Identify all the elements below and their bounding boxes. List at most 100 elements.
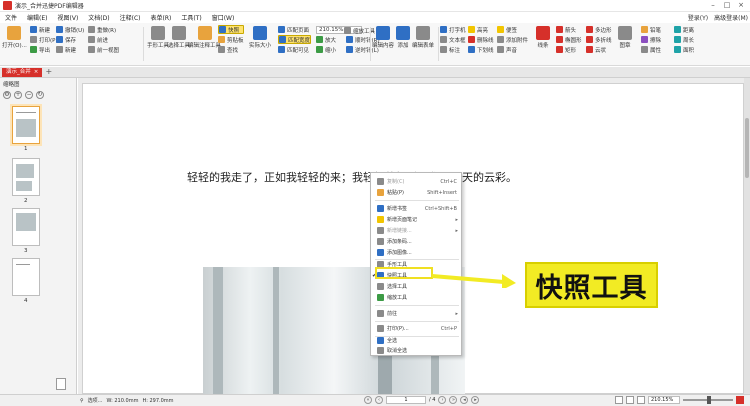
page-input[interactable]: 1 bbox=[386, 396, 426, 404]
menu-form[interactable]: 表单(R) bbox=[145, 13, 176, 22]
zoom-out-thumb-icon[interactable]: − bbox=[25, 91, 33, 99]
page-thumbnail[interactable] bbox=[12, 106, 40, 144]
attach-file-button[interactable]: 添加附件 bbox=[497, 35, 528, 44]
edit-form-button[interactable]: 编辑表单 bbox=[412, 26, 434, 49]
options-icon[interactable]: ⚲ bbox=[80, 398, 84, 404]
ctx-deselect-all[interactable]: 取消全选 bbox=[371, 345, 463, 356]
menu-file[interactable]: 文件 bbox=[0, 13, 22, 22]
ctx-add-image[interactable]: 添加图像... bbox=[371, 247, 463, 258]
fit-width-button[interactable]: 匹配宽度 bbox=[278, 35, 312, 44]
pencil-button[interactable]: 铅笔 bbox=[641, 25, 661, 34]
minimize-button[interactable]: – bbox=[708, 1, 718, 10]
save-button[interactable]: 保存 bbox=[56, 35, 84, 44]
close-tab-icon[interactable]: × bbox=[34, 68, 39, 77]
facing-page-icon[interactable] bbox=[637, 396, 645, 404]
find-button[interactable]: 查找 bbox=[218, 45, 244, 54]
strikeout-button[interactable]: 删除线 bbox=[468, 35, 494, 44]
oval-button[interactable]: 椭圆形 bbox=[556, 35, 582, 44]
prev-page-icon[interactable]: ‹ bbox=[375, 396, 383, 404]
last-page-icon[interactable]: » bbox=[449, 396, 458, 404]
menu-tools[interactable]: 工具(T) bbox=[176, 13, 206, 22]
ctx-add-page-note[interactable]: 新增页面笔记 ▸ bbox=[371, 214, 463, 225]
document-tab[interactable]: 演示_合并 × bbox=[2, 68, 43, 77]
area-button[interactable]: 面积 bbox=[674, 45, 694, 54]
open-button[interactable]: 打开(O)... bbox=[2, 26, 27, 49]
pages-icon[interactable] bbox=[56, 378, 66, 390]
back-icon[interactable]: ◂ bbox=[460, 396, 469, 404]
line-button[interactable]: 线条 bbox=[536, 26, 550, 49]
continuous-page-icon[interactable] bbox=[626, 396, 634, 404]
ctx-zoom-tool[interactable]: 缩放工具 bbox=[371, 292, 463, 303]
menu-edit[interactable]: 编辑(E) bbox=[22, 13, 52, 22]
zoom-in-thumb-icon[interactable]: + bbox=[14, 91, 22, 99]
clipboard-button[interactable]: 剪贴板 bbox=[218, 35, 244, 44]
fit-page-button[interactable]: 匹配页面 bbox=[278, 25, 311, 34]
hand-tool-button[interactable]: 手形工具 bbox=[147, 26, 169, 49]
page-thumbnail[interactable] bbox=[12, 258, 40, 296]
add-tab-button[interactable]: + bbox=[44, 68, 53, 77]
snapshot-button[interactable]: 快照 bbox=[218, 25, 244, 34]
ctx-copy[interactable]: 复制(C) Ctrl+C bbox=[371, 176, 463, 187]
ctx-paste[interactable]: 粘贴(P) Shift+Insert bbox=[371, 187, 463, 198]
zoom-field[interactable]: 210.15% bbox=[648, 396, 680, 404]
ctx-add-link[interactable]: 新增链接... ▸ bbox=[371, 225, 463, 236]
undo-button[interactable]: 撤销(U) bbox=[56, 25, 84, 34]
zoom-slider-knob[interactable] bbox=[707, 396, 711, 404]
forward-button[interactable]: 前进 bbox=[88, 35, 119, 44]
advanced-login-link[interactable]: 高级登录(M) bbox=[714, 13, 748, 22]
zoom-slider[interactable] bbox=[683, 396, 733, 404]
export-button[interactable]: 导出 bbox=[30, 45, 58, 54]
pdf-icon[interactable] bbox=[736, 396, 744, 404]
sound-button[interactable]: 声音 bbox=[497, 45, 528, 54]
vertical-scrollbar[interactable] bbox=[744, 78, 750, 394]
redo-button[interactable]: 重做(R) bbox=[88, 25, 119, 34]
eraser-button[interactable]: 擦除 bbox=[641, 35, 661, 44]
options-button[interactable]: 选项... bbox=[88, 397, 103, 404]
ctx-add-barcode[interactable]: 添加条码... bbox=[371, 236, 463, 247]
distance-button[interactable]: 距离 bbox=[674, 25, 694, 34]
thumbnail-options-icon[interactable]: ⚙ bbox=[3, 91, 11, 99]
edit-annotation-tool-button[interactable]: 编辑注释工具 bbox=[188, 26, 221, 49]
actual-size-button[interactable]: 实际大小 bbox=[249, 26, 271, 49]
previous-view-button[interactable]: 前一视图 bbox=[88, 45, 119, 54]
sticky-note-button[interactable]: 便签 bbox=[497, 25, 528, 34]
next-page-icon[interactable]: › bbox=[438, 396, 447, 404]
ctx-print[interactable]: 打印(P)... Ctrl+P bbox=[371, 323, 463, 334]
menu-view[interactable]: 视图(V) bbox=[53, 13, 84, 22]
perimeter-button[interactable]: 周长 bbox=[674, 35, 694, 44]
first-page-icon[interactable]: « bbox=[364, 396, 372, 404]
menu-window[interactable]: 窗口(W) bbox=[207, 13, 240, 22]
typewriter-button[interactable]: 打字机 bbox=[440, 25, 466, 34]
menu-comment[interactable]: 注释(C) bbox=[115, 13, 146, 22]
select-tool-button[interactable]: 选择工具 bbox=[168, 26, 190, 49]
highlight-button[interactable]: 高亮 bbox=[468, 25, 494, 34]
fit-visible-button[interactable]: 匹配可见 bbox=[278, 45, 311, 54]
ctx-go-to[interactable]: 前往 ▸ bbox=[371, 308, 463, 319]
add-button[interactable]: 添加 bbox=[396, 26, 410, 49]
scrollbar-thumb[interactable] bbox=[745, 118, 749, 178]
forward-icon[interactable]: ▸ bbox=[471, 396, 480, 404]
edit-content-button[interactable]: 编辑内容 bbox=[372, 26, 394, 49]
arrow-button[interactable]: 箭头 bbox=[556, 25, 582, 34]
cloud-button[interactable]: 云状 bbox=[586, 45, 612, 54]
new-button[interactable]: 新建 bbox=[30, 25, 58, 34]
rect-button[interactable]: 矩形 bbox=[556, 45, 582, 54]
stamp-button[interactable]: 图章 bbox=[618, 26, 632, 49]
login-link[interactable]: 登录(Y) bbox=[688, 13, 708, 22]
polyline-button[interactable]: 多折线 bbox=[586, 35, 612, 44]
ctx-add-bookmark[interactable]: 新增书签 Ctrl+Shift+B bbox=[371, 203, 463, 214]
print-button[interactable]: 打印(P) bbox=[30, 35, 58, 44]
menu-document[interactable]: 文档(D) bbox=[83, 13, 114, 22]
close-button[interactable]: × bbox=[736, 1, 746, 10]
polygon-button[interactable]: 多边形 bbox=[586, 25, 612, 34]
page-thumbnail[interactable] bbox=[12, 158, 40, 196]
new-2-button[interactable]: 新建 bbox=[56, 45, 84, 54]
underline-button[interactable]: 下划线 bbox=[468, 45, 494, 54]
callout-button[interactable]: 标注 bbox=[440, 45, 466, 54]
textbox-button[interactable]: 文本框 bbox=[440, 35, 466, 44]
properties-button[interactable]: 属性 bbox=[641, 45, 661, 54]
maximize-button[interactable]: □ bbox=[722, 1, 732, 10]
single-page-icon[interactable] bbox=[615, 396, 623, 404]
rotate-thumb-icon[interactable]: ↻ bbox=[36, 91, 44, 99]
page-thumbnail[interactable] bbox=[12, 208, 40, 246]
